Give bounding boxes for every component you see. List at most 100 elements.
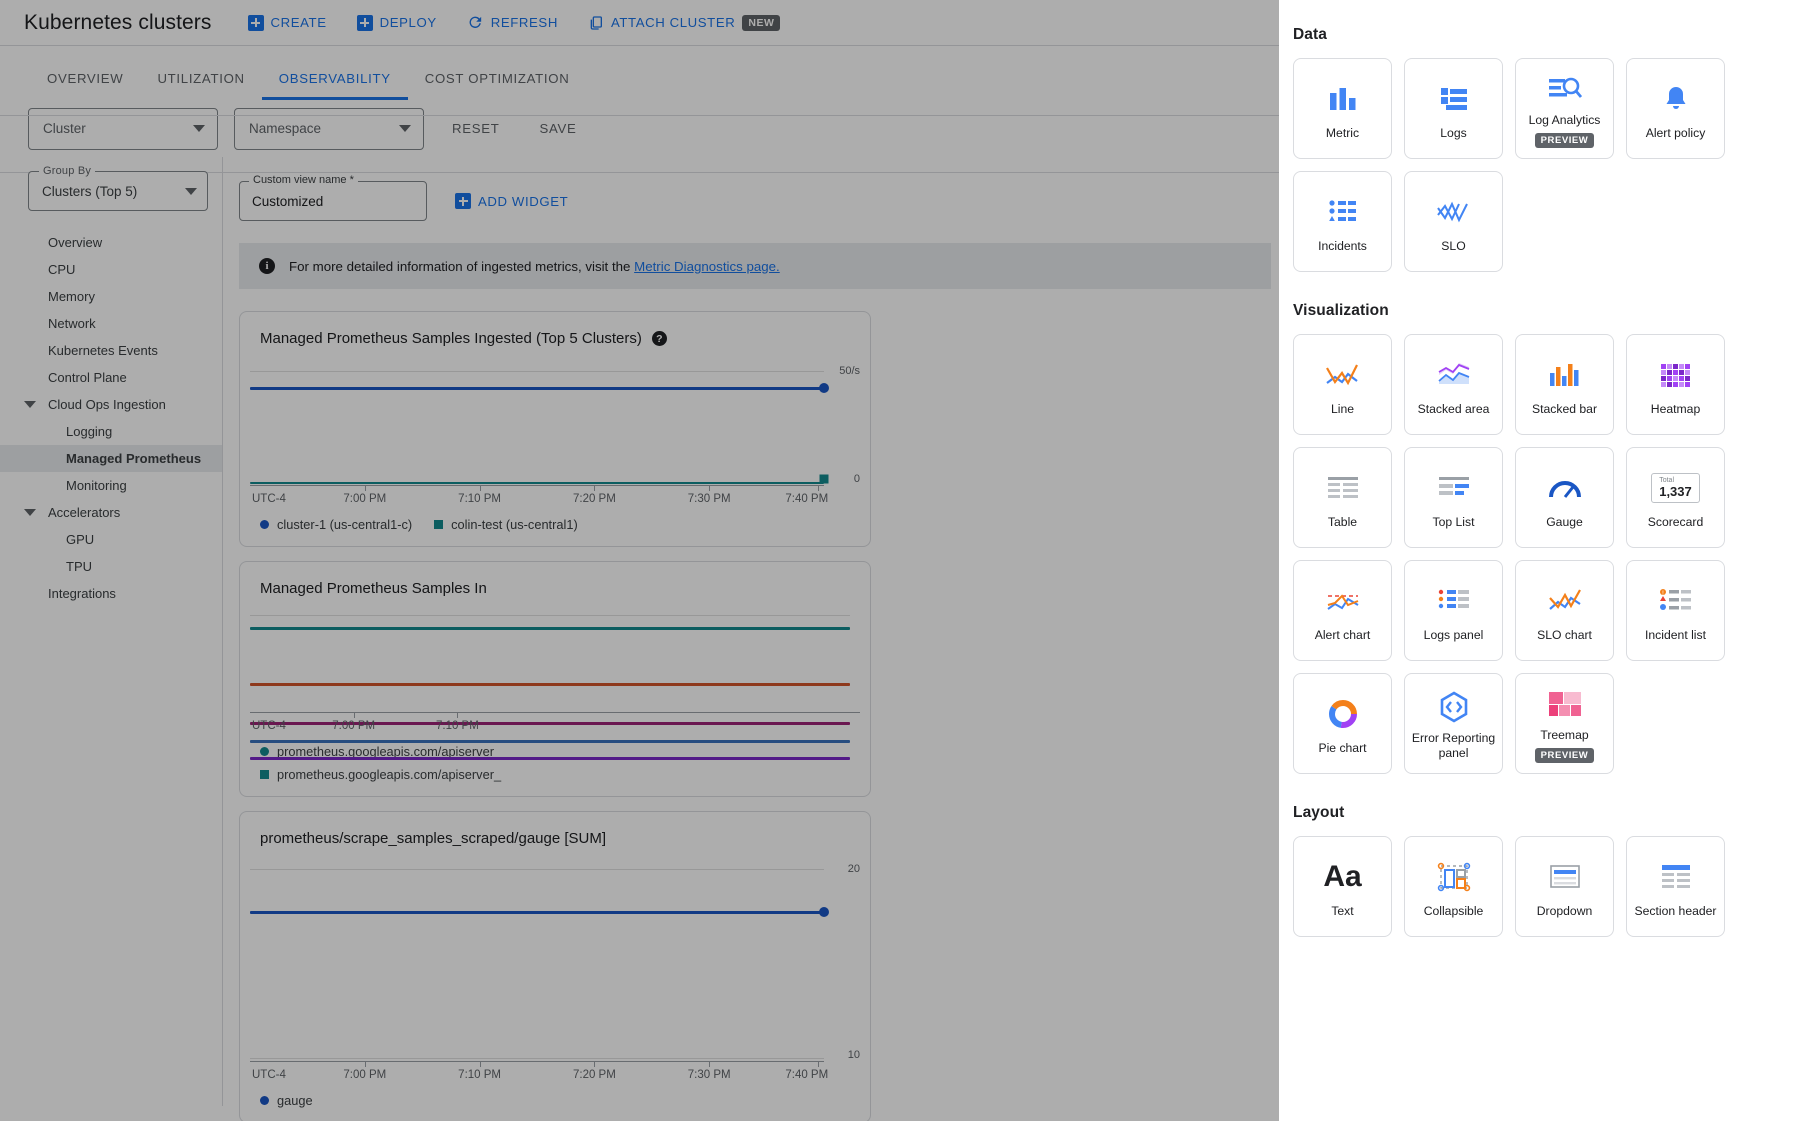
widget-card-logs-panel[interactable]: Logs panel [1404,560,1503,661]
help-icon[interactable]: ? [651,331,667,346]
sidebar-item-accelerators[interactable]: Accelerators [0,499,222,526]
widget-card-stacked-bar[interactable]: Stacked bar [1515,334,1614,435]
widget-card-logs[interactable]: Logs [1404,58,1503,159]
legend-marker-icon [260,770,269,779]
sidebar-item-managed-prometheus[interactable]: Managed Prometheus [0,445,222,472]
sidebar-item-label: Overview [48,235,103,250]
widget-card-incidents[interactable]: Incidents [1293,171,1392,272]
widget-card-alert-chart[interactable]: Alert chart [1293,560,1392,661]
namespace-select[interactable]: Namespace [234,107,424,150]
widget-card-log-analytics[interactable]: Log Analytics PREVIEW [1515,58,1614,159]
widget-card-label: Section header [1634,904,1717,919]
widget-card-scorecard[interactable]: Total 1,337 Scorecard [1626,447,1725,548]
x-tick-label: 7:00 PM [343,493,387,505]
widget-card-label: Incident list [1645,628,1706,643]
y-axis-label-top: 20 [847,863,860,875]
custom-view-name-input[interactable]: Custom view name * Customized [239,174,427,221]
widget-card-label: Incidents [1318,239,1367,254]
tab-utilization[interactable]: UTILIZATION [140,71,261,100]
stacked-bar-icon [1545,352,1585,398]
sidebar-item-kubernetes-events[interactable]: Kubernetes Events [0,337,222,364]
cluster-select[interactable]: Cluster [28,107,218,150]
sidebar-item-label: GPU [66,532,95,547]
widget-card-label: Scorecard [1647,515,1704,530]
attach-cluster-button[interactable]: ATTACH CLUSTER NEW [588,14,781,31]
widget-card-collapsible[interactable]: Collapsible [1404,836,1503,937]
deploy-button[interactable]: DEPLOY [356,14,437,31]
reset-button[interactable]: RESET [440,121,511,136]
widget-card-alert-policy[interactable]: Alert policy [1626,58,1725,159]
widget-card-slo-chart[interactable]: SLO chart [1515,560,1614,661]
tab-observability[interactable]: OBSERVABILITY [261,71,408,100]
widget-card-text[interactable]: Aa Text [1293,836,1392,937]
sidebar-item-gpu[interactable]: GPU [0,526,222,553]
widget-card-label: Top List [1432,515,1475,530]
page-title: Kubernetes clusters [24,10,212,34]
widget-card-heatmap[interactable]: Heatmap [1626,334,1725,435]
chart-title-text: prometheus/scrape_samples_scraped/gauge … [260,830,607,847]
create-button[interactable]: CREATE [247,14,327,31]
sidebar-item-logging[interactable]: Logging [0,418,222,445]
collapsible-icon [1434,854,1474,900]
info-icon: i [259,258,275,274]
sidebar-item-label: Integrations [48,586,116,601]
legend-item[interactable]: prometheus.googleapis.com/apiserver_ [260,767,850,782]
widget-card-incident-list[interactable]: ! Incident list [1626,560,1725,661]
chevron-down-icon [185,187,197,195]
sidebar: Group By Clusters (Top 5) Overview CPU M… [0,157,223,1106]
section-header-icon [1656,854,1696,900]
legend-label: cluster-1 (us-central1-c) [277,517,413,532]
sidebar-item-network[interactable]: Network [0,310,222,337]
legend-label: colin-test (us-central1) [451,517,578,532]
widget-card-stacked-area[interactable]: Stacked area [1404,334,1503,435]
new-badge: NEW [742,14,781,31]
widget-card-section-header[interactable]: Section header [1626,836,1725,937]
chart-title-text: Managed Prometheus Samples In [260,580,487,597]
sidebar-item-memory[interactable]: Memory [0,283,222,310]
widget-card-label: Collapsible [1423,904,1484,919]
add-widget-button[interactable]: ADD WIDGET [455,193,568,209]
sidebar-item-tpu[interactable]: TPU [0,553,222,580]
plus-square-icon [247,14,264,31]
widget-card-metric[interactable]: Metric [1293,58,1392,159]
refresh-button[interactable]: REFRESH [467,14,558,31]
legend-item[interactable]: gauge [260,1093,313,1108]
widget-card-line[interactable]: Line [1293,334,1392,435]
sidebar-item-overview[interactable]: Overview [0,229,222,256]
chart-plot-area: 50/s 0 [250,359,860,485]
widget-card-error-reporting-panel[interactable]: Error Reporting panel [1404,673,1503,774]
group-by-label: Group By [39,165,96,177]
y-axis-label-top: 50/s [839,365,860,377]
legend-item[interactable]: colin-test (us-central1) [434,517,578,532]
metric-diagnostics-link[interactable]: Metric Diagnostics page. [634,259,780,274]
dropdown-icon [1545,854,1585,900]
chevron-down-icon[interactable] [24,401,36,408]
widget-card-treemap[interactable]: Treemap PREVIEW [1515,673,1614,774]
group-by-select[interactable]: Group By Clusters (Top 5) [28,165,208,211]
chevron-down-icon[interactable] [24,509,36,516]
sidebar-item-monitoring[interactable]: Monitoring [0,472,222,499]
tab-overview[interactable]: OVERVIEW [30,71,140,100]
widget-card-gauge[interactable]: Gauge [1515,447,1614,548]
widget-card-table[interactable]: Table [1293,447,1392,548]
sidebar-item-label: Memory [48,289,95,304]
widget-card-label: Alert policy [1645,126,1706,141]
widget-card-top-list[interactable]: Top List [1404,447,1503,548]
chart-title: Managed Prometheus Samples Ingested (Top… [240,312,870,359]
save-button[interactable]: SAVE [527,121,588,136]
chart-card-scrape-samples: prometheus/scrape_samples_scraped/gauge … [239,811,871,1121]
widget-card-slo[interactable]: SLO [1404,171,1503,272]
sidebar-item-integrations[interactable]: Integrations [0,580,222,607]
widget-card-label: Error Reporting panel [1411,730,1496,760]
legend-item[interactable]: cluster-1 (us-central1-c) [260,517,412,532]
widget-card-pie-chart[interactable]: Pie chart [1293,673,1392,774]
sidebar-item-control-plane[interactable]: Control Plane [0,364,222,391]
sidebar-item-cloud-ops-ingestion[interactable]: Cloud Ops Ingestion [0,391,222,418]
legend-marker-icon [260,747,269,756]
widget-grid-layout: Aa Text Collapsible Dropdown Section hea… [1293,836,1775,937]
widget-card-dropdown[interactable]: Dropdown [1515,836,1614,937]
sidebar-item-cpu[interactable]: CPU [0,256,222,283]
tab-cost-optimization[interactable]: COST OPTIMIZATION [408,71,587,100]
table-icon [1323,465,1363,511]
gauge-icon [1545,465,1585,511]
